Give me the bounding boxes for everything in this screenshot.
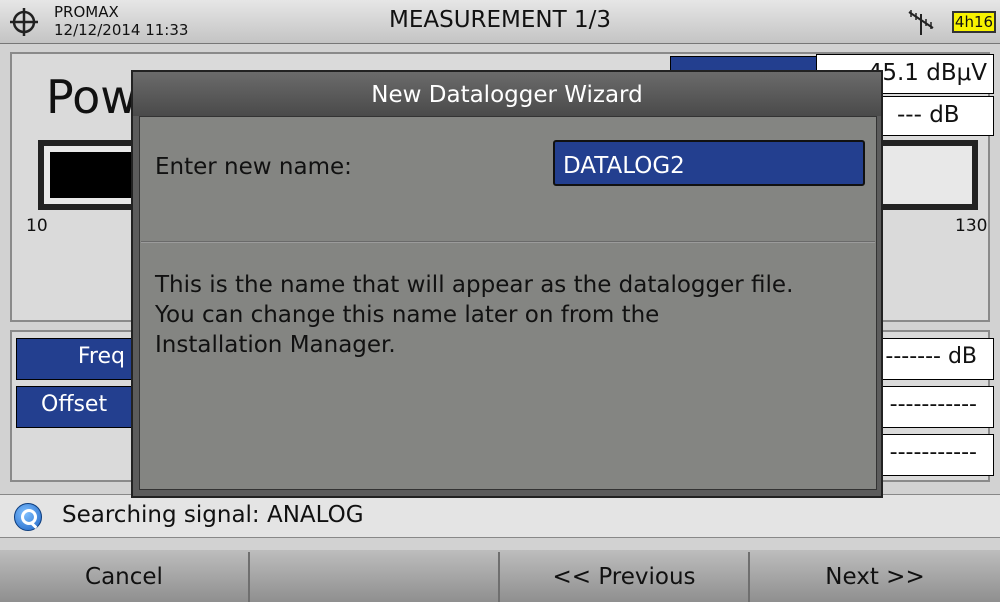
info-line-2: You can change this name later on from t… [155,302,660,328]
dialog-divider [141,241,875,243]
info-line-1: This is the name that will appear as the… [155,272,794,298]
dialog-info-text: This is the name that will appear as the… [155,270,865,360]
name-label: Enter new name: [155,154,352,180]
cancel-button[interactable]: Cancel [0,552,250,602]
scale-max: 130 [955,216,988,236]
status-text: Searching signal: ANALOG [62,502,364,528]
freq-button[interactable]: Freq [16,338,136,380]
dialog-title: New Datalogger Wizard [133,72,881,116]
next-button[interactable]: Next >> [750,552,1000,602]
offset-button[interactable]: Offset [16,386,136,428]
scale-min: 10 [26,216,48,236]
datalogger-name-input[interactable] [553,140,865,186]
search-icon [14,503,42,531]
battery-indicator: 4h16 [952,11,996,33]
previous-button[interactable]: << Previous [500,552,750,602]
antenna-icon [908,10,934,35]
measurement-title: Pow [46,70,138,124]
screen-title: MEASUREMENT 1/3 [388,7,611,33]
info-line-3: Installation Manager. [155,332,396,358]
softkey-empty[interactable] [250,552,500,602]
